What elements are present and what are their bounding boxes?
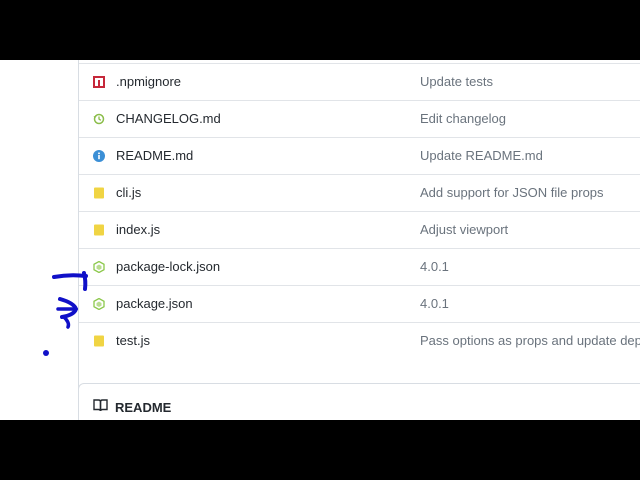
commit-message-link[interactable]: Pass options as props and update depe: [420, 333, 640, 348]
file-name-link[interactable]: index.js: [116, 222, 160, 237]
file-name-link[interactable]: .npmignore: [116, 74, 181, 89]
book-icon: [93, 398, 108, 412]
commit-message-link[interactable]: Update README.md: [420, 148, 543, 163]
commit-message-link[interactable]: 4.0.1: [420, 296, 449, 311]
js-file-icon: [93, 224, 105, 236]
file-name-link[interactable]: package.json: [116, 296, 193, 311]
history-icon: [93, 113, 105, 125]
node-file-icon: [93, 298, 105, 310]
file-row[interactable]: README.md Update README.md: [79, 137, 640, 174]
file-name-link[interactable]: CHANGELOG.md: [116, 111, 221, 126]
commit-message-link[interactable]: 4.0.1: [420, 259, 449, 274]
screen-viewport: .npmignore Update tests CHANGELOG.md Edi…: [0, 60, 640, 420]
info-icon: [93, 150, 105, 162]
file-row[interactable]: index.js Adjust viewport: [79, 211, 640, 248]
node-file-icon: [93, 261, 105, 273]
npm-icon: [93, 76, 105, 88]
file-row[interactable]: test.js Pass options as props and update…: [79, 322, 640, 359]
commit-message-link[interactable]: Edit changelog: [420, 111, 506, 126]
js-file-icon: [93, 187, 105, 199]
commit-message-link[interactable]: Update tests: [420, 74, 493, 89]
readme-title[interactable]: README: [115, 400, 171, 415]
file-name-link[interactable]: test.js: [116, 333, 150, 348]
file-name-link[interactable]: cli.js: [116, 185, 141, 200]
file-row[interactable]: .npmignore Update tests: [79, 63, 640, 100]
commit-message-link[interactable]: Adjust viewport: [420, 222, 508, 237]
file-name-link[interactable]: package-lock.json: [116, 259, 220, 274]
readme-panel: README: [78, 383, 640, 420]
file-name-link[interactable]: README.md: [116, 148, 193, 163]
file-row[interactable]: cli.js Add support for JSON file props: [79, 174, 640, 211]
file-row[interactable]: package.json 4.0.1: [79, 285, 640, 322]
file-row[interactable]: CHANGELOG.md Edit changelog: [79, 100, 640, 137]
file-row[interactable]: package-lock.json 4.0.1: [79, 248, 640, 285]
commit-message-link[interactable]: Add support for JSON file props: [420, 185, 604, 200]
annotation-dot: [43, 350, 49, 356]
file-list: .npmignore Update tests CHANGELOG.md Edi…: [78, 60, 640, 420]
js-file-icon: [93, 335, 105, 347]
